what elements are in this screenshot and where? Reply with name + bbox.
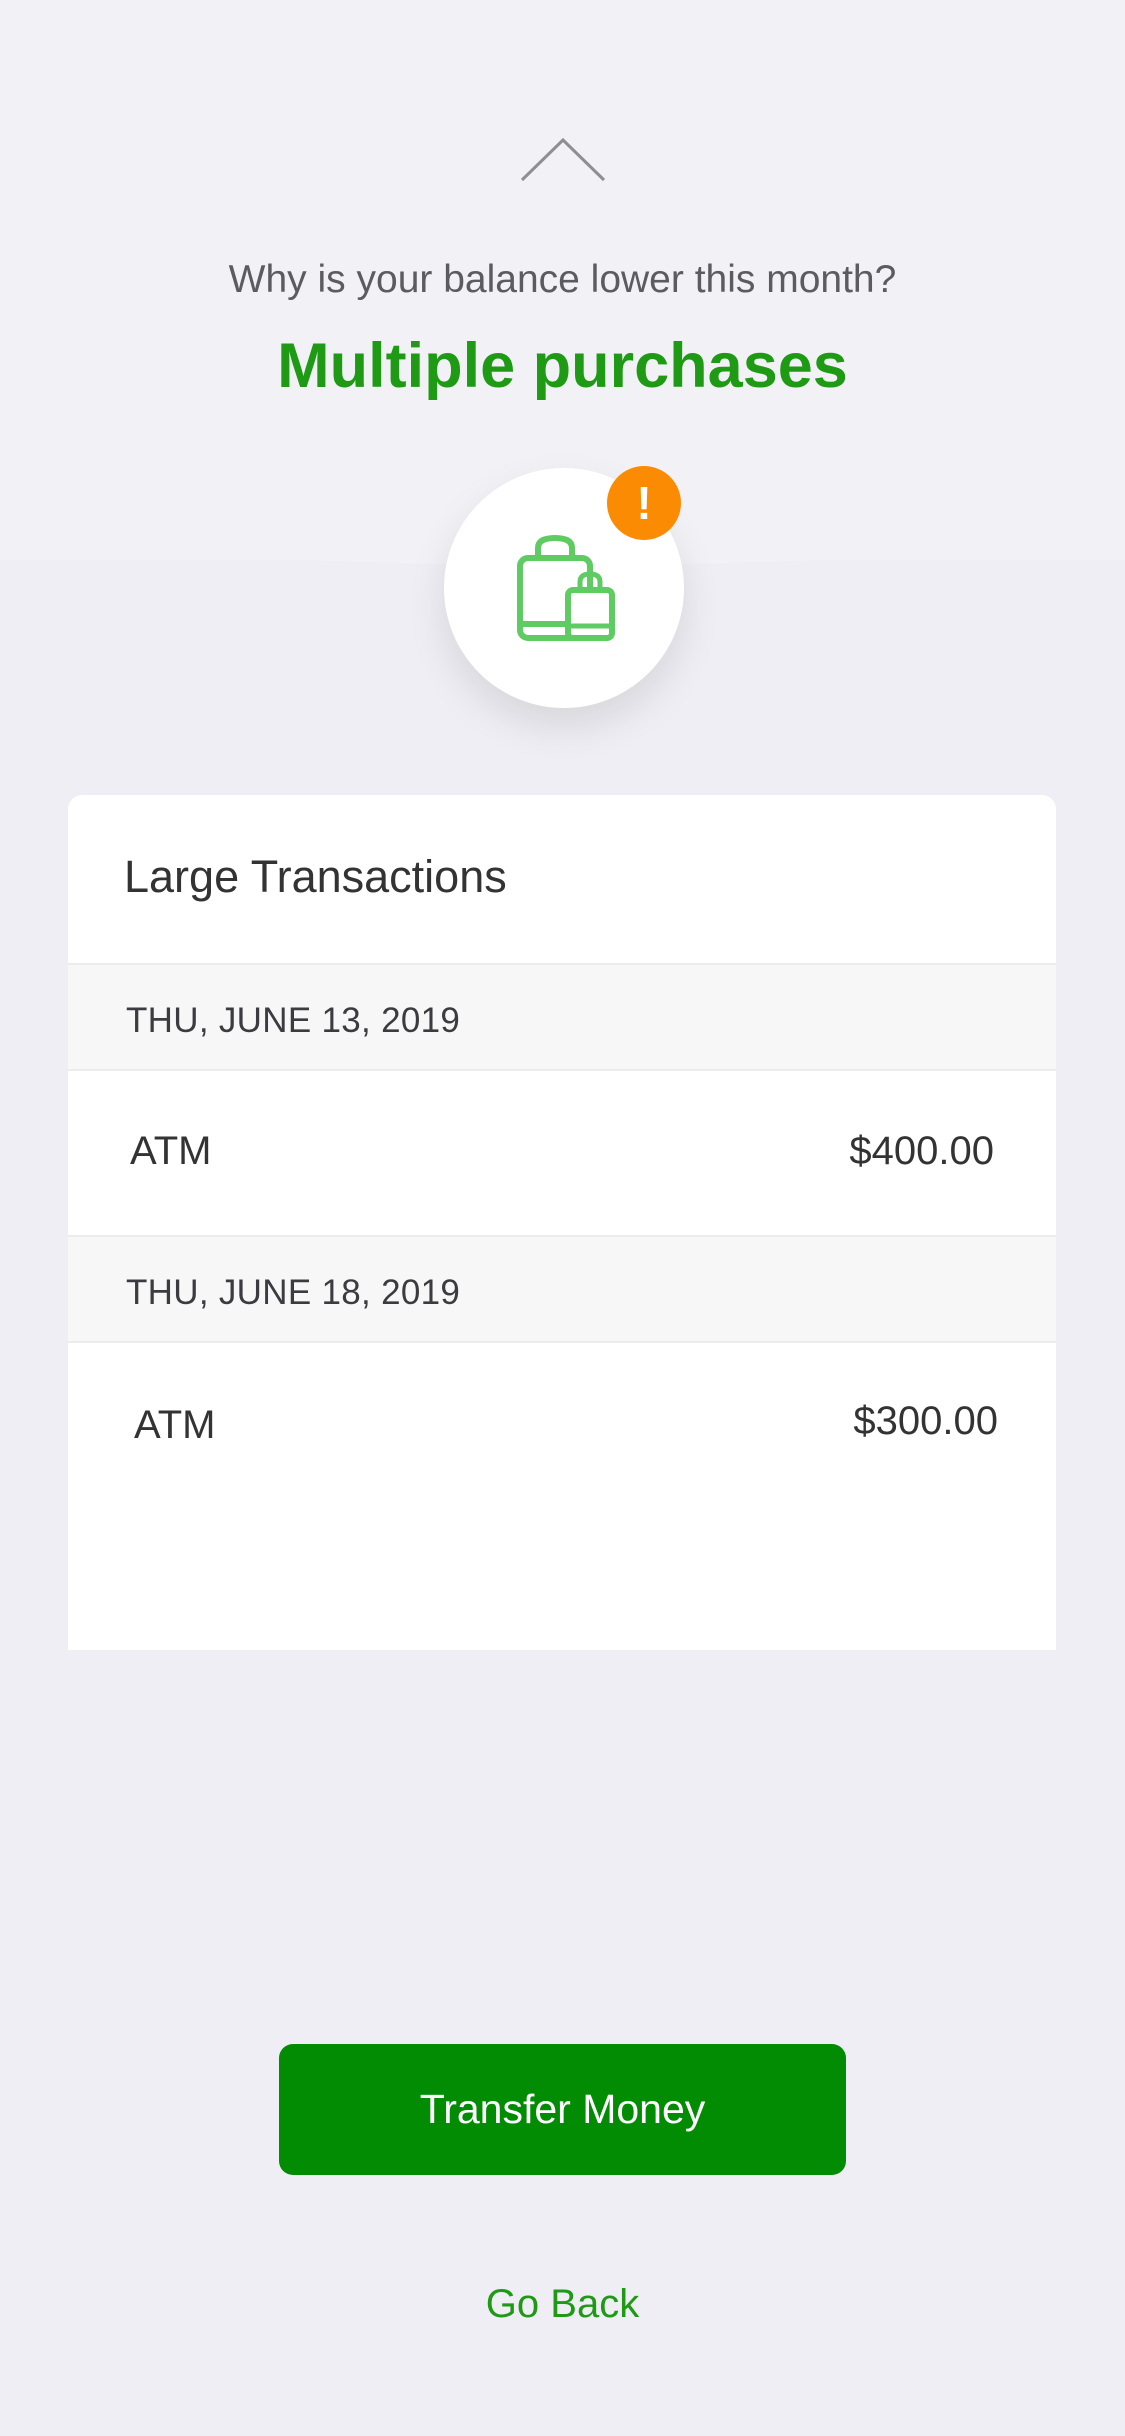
headline-title: Multiple purchases bbox=[277, 331, 848, 401]
go-back-link[interactable]: Go Back bbox=[0, 2282, 1125, 2327]
date-label: THU, JUNE 13, 2019 bbox=[126, 1001, 461, 1040]
date-header: THU, JUNE 13, 2019 bbox=[68, 963, 1056, 1071]
date-label: THU, JUNE 18, 2019 bbox=[126, 1273, 461, 1312]
balance-question: Why is your balance lower this month? bbox=[228, 258, 897, 301]
transaction-label: ATM bbox=[130, 1129, 212, 1173]
card-title: Large Transactions bbox=[124, 851, 507, 902]
transaction-row[interactable]: ATM $400.00 bbox=[68, 1069, 1056, 1233]
transaction-label: ATM bbox=[134, 1403, 216, 1447]
transaction-amount: $300.00 bbox=[853, 1399, 998, 1443]
transfer-money-button[interactable]: Transfer Money bbox=[279, 2044, 846, 2175]
chevron-up-icon[interactable] bbox=[518, 130, 608, 186]
receipt-torn-edge bbox=[68, 1612, 1056, 1650]
large-transactions-card: Large Transactions THU, JUNE 13, 2019 AT… bbox=[68, 795, 1056, 1650]
date-header: THU, JUNE 18, 2019 bbox=[68, 1235, 1056, 1343]
transaction-row[interactable]: ATM $300.00 bbox=[68, 1341, 1056, 1505]
exclamation-icon: ! bbox=[607, 466, 681, 540]
transaction-amount: $400.00 bbox=[849, 1129, 994, 1173]
shopping-bags-icon bbox=[517, 534, 615, 641]
